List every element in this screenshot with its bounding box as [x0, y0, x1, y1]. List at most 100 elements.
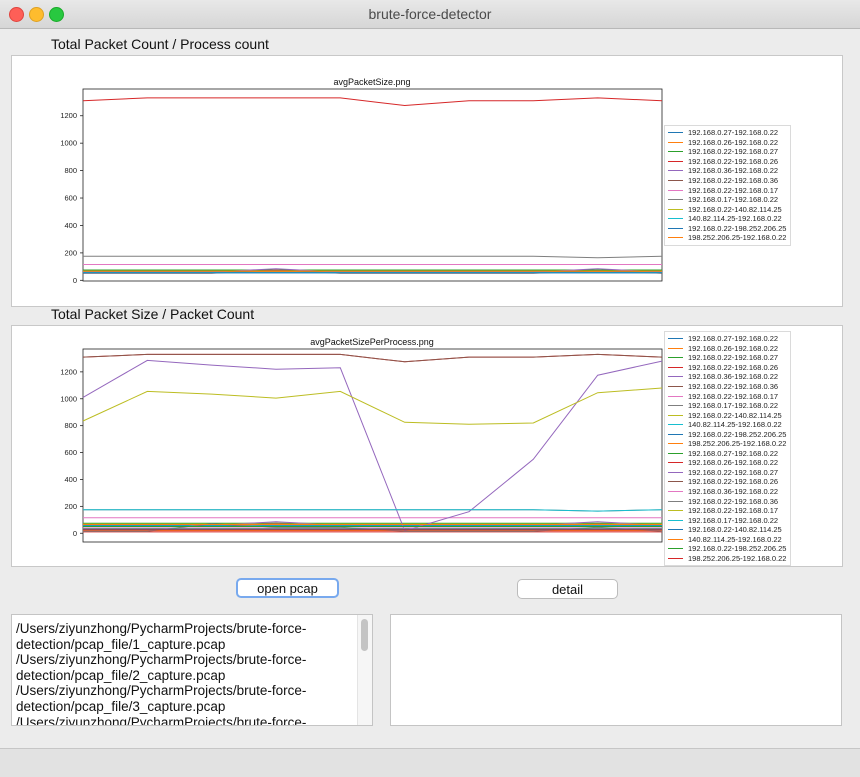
legend-label: 140.82.114.25-192.168.0.22 [688, 420, 782, 430]
chart-legend: 192.168.0.27-192.168.0.22 192.168.0.26-19… [664, 125, 792, 246]
legend-swatch [668, 491, 683, 493]
legend-item: 192.168.0.27-192.168.0.22 [668, 449, 786, 459]
y-tick-label: 600 [64, 448, 77, 457]
legend-item: 192.168.0.22-192.168.0.26 [668, 157, 786, 167]
legend-item: 192.168.0.22-192.168.0.36 [668, 496, 786, 506]
file-path-line[interactable]: /Users/ziyunzhong/PycharmProjects/brute-… [16, 683, 356, 699]
series-line [82, 387, 663, 425]
legend-swatch [668, 237, 683, 239]
legend-label: 192.168.0.22-192.168.0.27 [688, 353, 779, 363]
legend-swatch [668, 160, 683, 162]
legend-item: 192.168.0.22-198.252.206.25 [668, 429, 786, 439]
legend-item: 198.252.206.25-192.168.0.22 [668, 554, 786, 564]
file-path-line[interactable]: /Users/ziyunzhong/PycharmProjects/brute-… [16, 621, 356, 637]
legend-item: 192.168.0.22-192.168.0.27 [668, 353, 786, 363]
y-tick-label: 200 [64, 502, 77, 511]
legend-label: 192.168.0.22-192.168.0.27 [688, 467, 779, 477]
legend-label: 192.168.0.22-140.82.114.25 [688, 525, 782, 535]
legend-label: 192.168.0.22-192.168.0.36 [688, 176, 779, 185]
legend-label: 198.252.206.25-192.168.0.22 [688, 439, 787, 449]
legend-item: 192.168.0.22-198.252.206.25 [668, 544, 786, 554]
y-tick-label: 1200 [60, 367, 77, 376]
plot-frame [82, 348, 663, 543]
legend-label: 192.168.0.22-192.168.0.17 [688, 506, 779, 516]
detail-button[interactable]: detail [517, 579, 618, 599]
legend-item: 140.82.114.25-192.168.0.22 [668, 214, 786, 224]
legend-label: 198.252.206.25-192.168.0.22 [688, 233, 787, 243]
legend-item: 192.168.0.22-192.168.0.17 [668, 391, 786, 401]
legend-item: 192.168.0.17-192.168.0.22 [668, 401, 786, 411]
legend-item: 192.168.0.26-192.168.0.22 [668, 458, 786, 468]
legend-label: 192.168.0.22-192.168.0.26 [688, 362, 779, 372]
legend-label: 192.168.0.22-192.168.0.17 [688, 391, 779, 401]
series-line [82, 353, 663, 363]
file-path-line[interactable]: /Users/ziyunzhong/PycharmProjects/brute-… [16, 652, 356, 668]
legend-swatch [668, 218, 683, 220]
legend-swatch [668, 170, 683, 172]
legend-item: 192.168.0.36-192.168.0.22 [668, 166, 786, 176]
legend-swatch [668, 208, 683, 210]
legend-item: 192.168.0.27-192.168.0.22 [668, 128, 786, 138]
file-path-line[interactable]: detection/pcap_file/1_capture.pcap [16, 637, 356, 653]
legend-label: 192.168.0.22-192.168.0.36 [688, 496, 779, 506]
legend-item: 192.168.0.22-192.168.0.17 [668, 185, 786, 195]
legend-item: 198.252.206.25-192.168.0.22 [668, 233, 786, 243]
file-path-line[interactable]: detection/pcap_file/2_capture.pcap [16, 668, 356, 684]
legend-swatch [668, 500, 683, 502]
plot-frame [82, 88, 663, 282]
legend-swatch [668, 189, 683, 191]
legend-swatch [668, 510, 683, 512]
legend-item: 192.168.0.36-192.168.0.22 [668, 487, 786, 497]
legend-label: 192.168.0.26-192.168.0.22 [688, 137, 779, 147]
y-tick-label: 1000 [60, 394, 77, 403]
legend-swatch [668, 414, 683, 416]
legend-swatch [668, 557, 683, 559]
series-line [83, 509, 663, 512]
file-path-line[interactable]: detection/pcap_file/3_capture.pcap [16, 699, 356, 715]
legend-item: 192.168.0.22-192.168.0.27 [668, 147, 786, 157]
legend-item: 192.168.0.22-192.168.0.17 [668, 506, 786, 516]
legend-label: 140.82.114.25-192.168.0.22 [688, 534, 782, 544]
legend-swatch [668, 338, 683, 340]
y-tick-label: 0 [73, 276, 77, 285]
y-tick-label: 200 [64, 248, 77, 257]
legend-label: 192.168.0.22-192.168.0.17 [688, 185, 779, 195]
legend-item: 192.168.0.26-192.168.0.22 [668, 138, 786, 148]
bottom-status-bar [0, 748, 860, 777]
window-title: brute-force-detector [368, 6, 492, 22]
open-pcap-button[interactable]: open pcap [236, 578, 339, 598]
section-label-packet-count: Total Packet Count / Process count [51, 36, 269, 52]
legend-swatch [668, 452, 683, 454]
chart-legend: 192.168.0.27-192.168.0.22 192.168.0.26-19… [664, 331, 792, 567]
detail-text-area[interactable] [390, 614, 842, 726]
chart-panel-avg-packet-size-per-process: avgPacketSizePerProcess.png 0 200 400 600 80… [11, 325, 843, 567]
legend-swatch [668, 424, 683, 426]
legend-swatch [668, 180, 683, 181]
file-list-scrollbar[interactable] [357, 615, 372, 725]
legend-item: 192.168.0.22-140.82.114.25 [668, 525, 786, 535]
legend-label: 192.168.0.36-192.168.0.22 [688, 372, 779, 382]
legend-label: 192.168.0.26-192.168.0.22 [688, 343, 779, 353]
legend-swatch [668, 443, 683, 445]
legend-label: 192.168.0.17-192.168.0.22 [688, 195, 779, 205]
legend-swatch [668, 227, 683, 229]
legend-label: 192.168.0.26-192.168.0.22 [688, 458, 779, 468]
file-path-line[interactable]: /Users/ziyunzhong/PycharmProjects/brute-… [16, 715, 356, 725]
legend-item: 192.168.0.22-192.168.0.26 [668, 363, 786, 373]
y-tick-label: 0 [73, 529, 77, 538]
pcap-file-list[interactable]: /Users/ziyunzhong/PycharmProjects/brute-… [11, 614, 373, 726]
legend-swatch [668, 481, 683, 483]
scrollbar-thumb[interactable] [361, 619, 368, 651]
legend-swatch [668, 462, 683, 464]
legend-item: 192.168.0.27-192.168.0.22 [668, 334, 786, 344]
legend-swatch [668, 405, 683, 407]
legend-label: 192.168.0.27-192.168.0.22 [688, 448, 779, 458]
y-tick-label: 1200 [60, 111, 77, 120]
y-tick-label: 800 [64, 166, 77, 175]
legend-item: 198.252.206.25-192.168.0.22 [668, 439, 786, 449]
legend-label: 192.168.0.27-192.168.0.22 [688, 334, 779, 344]
legend-swatch [668, 376, 683, 378]
legend-item: 192.168.0.36-192.168.0.22 [668, 372, 786, 382]
y-tick-label: 1000 [60, 139, 77, 148]
legend-label: 192.168.0.22-192.168.0.26 [688, 156, 779, 166]
